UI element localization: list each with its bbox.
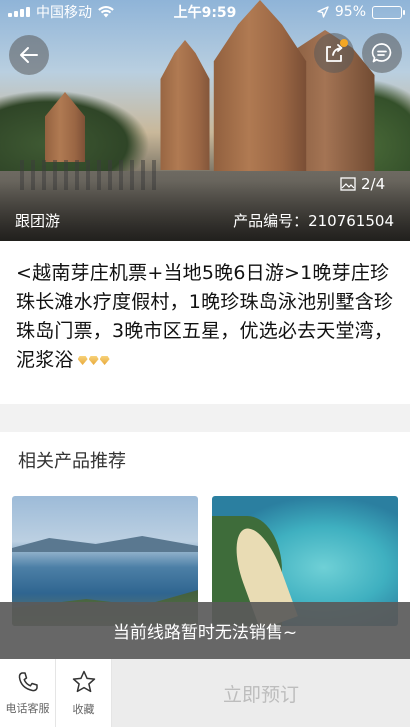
hero-tower — [213, 0, 307, 175]
image-counter: 2/4 — [340, 175, 385, 193]
related-section-title: 相关产品推荐 — [18, 451, 126, 472]
product-title-card: <越南芽庄机票+当地5晚6日游>1晚芽庄珍珠长滩水疗度假村，1晚珍珠岛泳池别墅含… — [0, 241, 410, 404]
product-number: 产品编号：210761504 — [233, 212, 394, 230]
diamond-icon — [77, 356, 88, 365]
book-now-button[interactable]: 立即预订 — [112, 659, 410, 727]
hero-tower — [160, 40, 210, 170]
status-time: 上午9:59 — [173, 5, 237, 21]
product-title: <越南芽庄机票+当地5晚6日游>1晚芽庄珍珠长滩水疗度假村，1晚珍珠岛泳池别墅含… — [16, 259, 394, 375]
hero-image[interactable] — [0, 0, 410, 241]
notification-dot — [340, 39, 348, 47]
tour-type-label: 跟团游 — [15, 212, 61, 230]
share-button[interactable] — [314, 33, 354, 73]
thumb-hills — [12, 536, 198, 552]
favorite-button[interactable]: 收藏 — [56, 659, 112, 727]
battery-icon — [372, 5, 405, 19]
favorite-label: 收藏 — [72, 703, 95, 716]
back-button[interactable] — [9, 35, 49, 75]
product-title-text: <越南芽庄机票+当地5晚6日游>1晚芽庄珍珠长滩水疗度假村，1晚珍珠岛泳池别墅含… — [16, 262, 394, 371]
message-button[interactable] — [362, 33, 402, 73]
status-bar: 中国移动 上午9:59 95% — [0, 0, 410, 24]
diamond-icon — [88, 356, 99, 365]
unavailable-notice: 当前线路暂时无法销售~ — [0, 602, 410, 659]
chat-bubble-icon — [371, 43, 392, 63]
phone-service-button[interactable]: 电话客服 — [0, 659, 56, 727]
phone-icon — [18, 672, 38, 692]
star-icon — [72, 670, 95, 693]
image-counter-text: 2/4 — [361, 175, 386, 193]
image-icon — [340, 177, 356, 191]
bottom-action-bar: 电话客服 收藏 立即预订 — [0, 659, 410, 727]
diamond-icon — [99, 356, 110, 365]
rating-diamonds — [77, 356, 110, 365]
arrow-left-icon — [20, 47, 38, 63]
phone-service-label: 电话客服 — [5, 702, 50, 715]
